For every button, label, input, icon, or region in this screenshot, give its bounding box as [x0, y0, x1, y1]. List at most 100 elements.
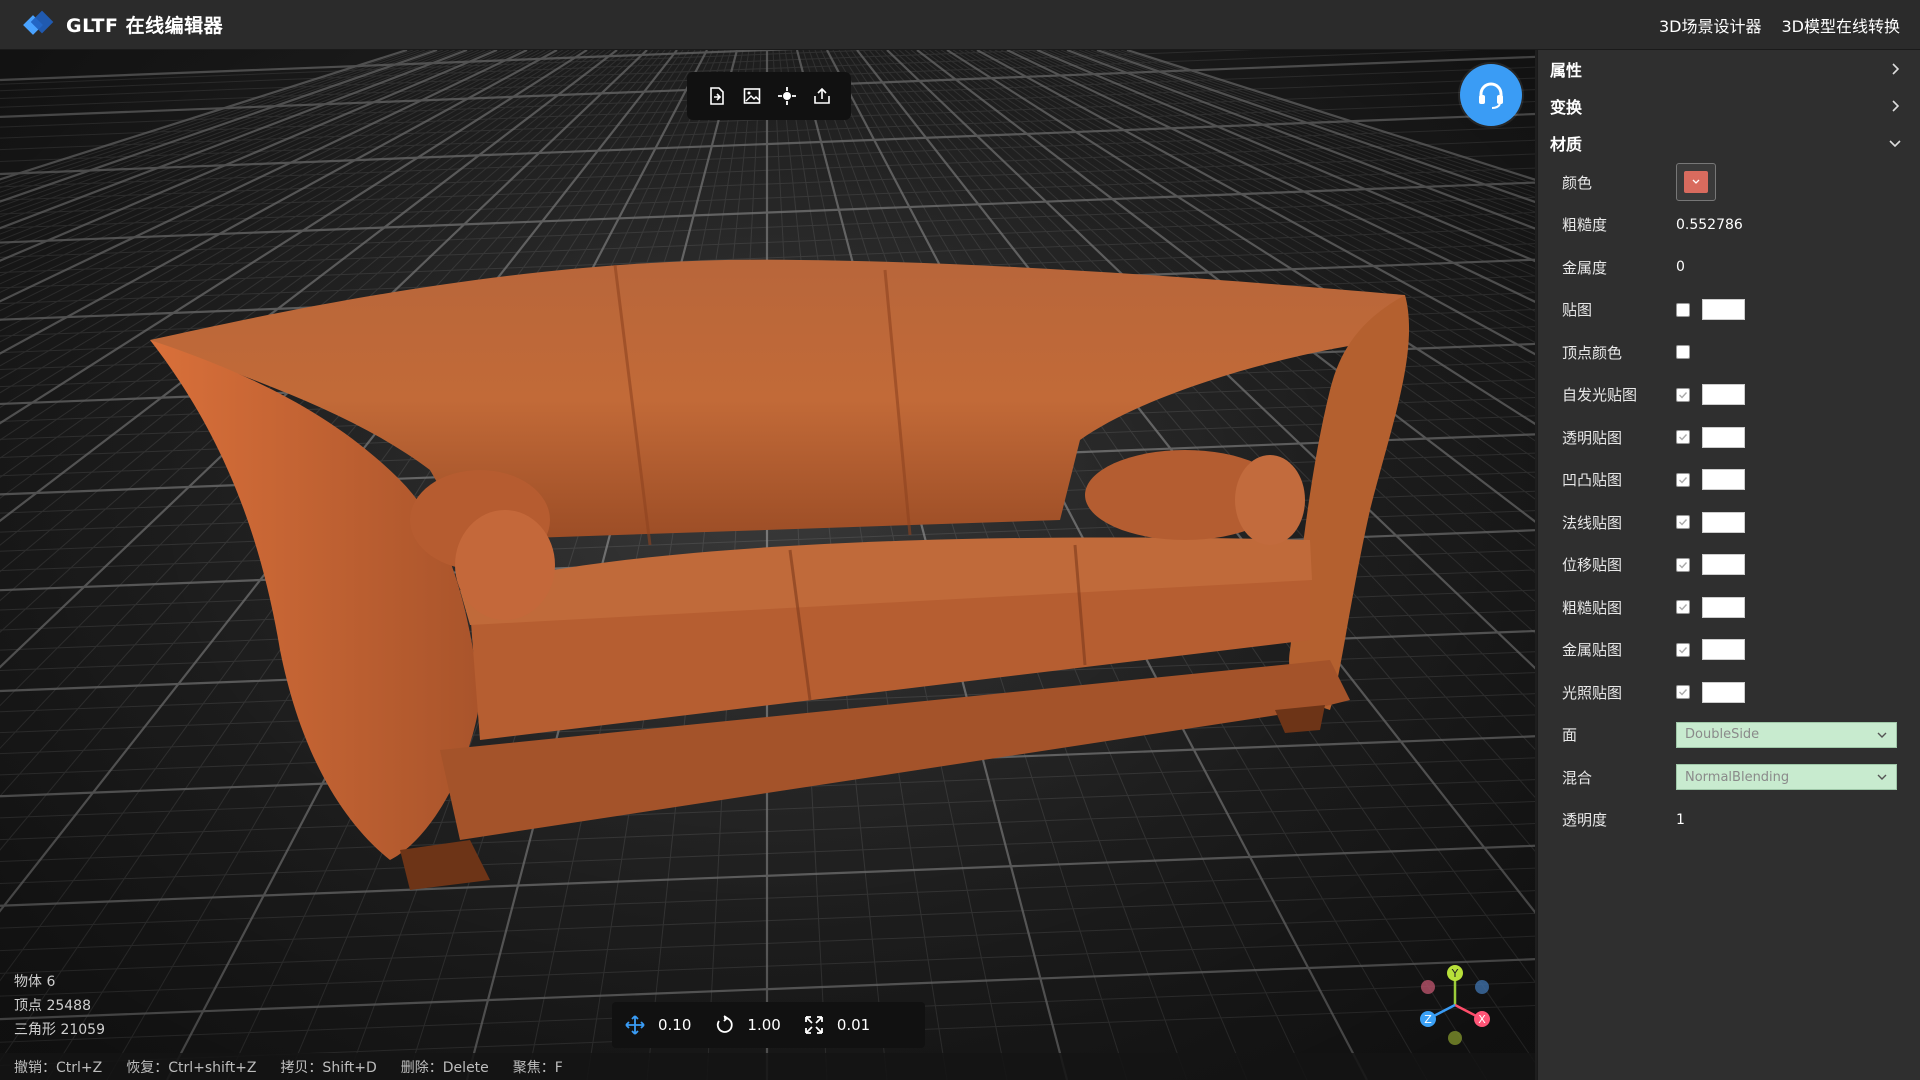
focus-icon[interactable]: [774, 83, 800, 109]
gizmo-x-label: X: [1478, 1013, 1486, 1026]
alpha-map-label: 透明贴图: [1562, 428, 1623, 447]
shortcut-copy: 拷贝：Shift+D: [280, 1059, 377, 1076]
emissive-map-checkbox[interactable]: [1676, 387, 1690, 402]
section-properties-title: 属性: [1550, 60, 1583, 80]
chevron-right-icon: [1892, 62, 1900, 75]
roughness-input[interactable]: 0.552786: [1676, 217, 1743, 233]
scene-stats: 物体 6 顶点 25488 三角形 21059: [14, 970, 105, 1042]
side-row: 面 DoubleSide: [1538, 714, 1920, 757]
color-swatch-fill: [1684, 171, 1708, 194]
headset-icon: [1479, 82, 1503, 109]
scale-icon[interactable]: [803, 1014, 825, 1036]
displacement-map-label: 位移贴图: [1562, 556, 1623, 575]
check-icon: [1679, 646, 1688, 654]
rotate-icon[interactable]: [713, 1014, 735, 1036]
chevron-down-icon: [1877, 774, 1887, 781]
rotate-snap-value[interactable]: 1.00: [747, 1016, 780, 1034]
opacity-input[interactable]: 1: [1676, 812, 1685, 828]
emissive-map-label: 自发光贴图: [1562, 386, 1638, 405]
normal-map-row: 法线贴图: [1538, 501, 1920, 544]
object-count: 物体 6: [14, 974, 56, 990]
opacity-row: 透明度 1: [1538, 799, 1920, 842]
section-properties[interactable]: 属性: [1538, 50, 1920, 87]
move-snap[interactable]: 0.10: [624, 1014, 691, 1036]
normal-map-label: 法线贴图: [1562, 513, 1623, 532]
shortcut-focus: 聚焦：F: [512, 1059, 563, 1076]
scale-snap-value[interactable]: 0.01: [837, 1016, 870, 1034]
top-links: 3D场景设计器 3D模型在线转换: [1659, 0, 1900, 50]
normal-map-checkbox[interactable]: [1676, 515, 1690, 530]
shortcut-delete: 删除：Delete: [400, 1059, 489, 1076]
roughness-map-checkbox[interactable]: [1676, 600, 1690, 615]
3d-viewport[interactable]: 物体 6 顶点 25488 三角形 21059 0.10 1.00 0.01 Y…: [0, 50, 1535, 1080]
vertex-colors-label: 顶点颜色: [1562, 343, 1623, 362]
check-icon: [1679, 604, 1688, 611]
metalness-map-checkbox[interactable]: [1676, 642, 1690, 657]
shortcut-redo: 恢复：Ctrl+shift+Z: [126, 1059, 257, 1076]
model-converter-link[interactable]: 3D模型在线转换: [1781, 13, 1900, 37]
roughness-label: 粗糙度: [1562, 216, 1608, 235]
bump-map-row: 凹凸贴图: [1538, 459, 1920, 502]
scene-designer-link[interactable]: 3D场景设计器: [1659, 13, 1762, 37]
image-export-icon[interactable]: [739, 83, 765, 109]
displacement-map-texture-slot[interactable]: [1702, 554, 1745, 576]
section-material[interactable]: 材质: [1538, 124, 1920, 161]
scale-snap[interactable]: 0.01: [803, 1014, 870, 1036]
opacity-label: 透明度: [1562, 811, 1608, 830]
gizmo-y-label: Y: [1451, 967, 1459, 980]
viewport-toolbar: [687, 72, 851, 120]
check-icon: [1679, 391, 1688, 399]
light-map-checkbox[interactable]: [1676, 685, 1690, 700]
alpha-map-checkbox[interactable]: [1676, 430, 1690, 445]
color-picker[interactable]: [1676, 163, 1716, 202]
move-snap-value[interactable]: 0.10: [658, 1016, 691, 1034]
color-label: 颜色: [1562, 173, 1593, 192]
shortcut-hints: 撤销：Ctrl+Z 恢复：Ctrl+shift+Z 拷贝：Shift+D 删除：…: [0, 1053, 1535, 1080]
light-map-texture-slot[interactable]: [1702, 681, 1745, 703]
bump-map-texture-slot[interactable]: [1702, 469, 1745, 491]
emissive-map-texture-slot[interactable]: [1702, 384, 1745, 406]
logo[interactable]: GLTF 在线编辑器: [22, 10, 223, 40]
app-title: GLTF 在线编辑器: [66, 15, 224, 37]
map-texture-slot[interactable]: [1702, 299, 1745, 321]
section-material-title: 材质: [1550, 134, 1583, 154]
blending-label: 混合: [1562, 768, 1593, 787]
blending-select[interactable]: NormalBlending: [1676, 764, 1897, 791]
displacement-map-row: 位移贴图: [1538, 544, 1920, 587]
map-checkbox[interactable]: [1676, 302, 1690, 317]
map-row: 贴图: [1538, 289, 1920, 332]
bump-map-checkbox[interactable]: [1676, 472, 1690, 487]
displacement-map-checkbox[interactable]: [1676, 557, 1690, 572]
blending-select-value: NormalBlending: [1685, 769, 1790, 785]
section-transform[interactable]: 变换: [1538, 87, 1920, 124]
check-icon: [1679, 689, 1688, 696]
metalness-map-label: 金属贴图: [1562, 641, 1623, 660]
roughness-map-row: 粗糙贴图: [1538, 586, 1920, 629]
rotate-snap[interactable]: 1.00: [713, 1014, 781, 1036]
side-select[interactable]: DoubleSide: [1676, 721, 1897, 748]
import-icon[interactable]: [704, 83, 730, 109]
metalness-input[interactable]: 0: [1676, 259, 1685, 275]
check-icon: [1679, 561, 1688, 569]
share-export-icon[interactable]: [809, 83, 835, 109]
normal-map-texture-slot[interactable]: [1702, 511, 1745, 533]
vertex-count: 顶点 25488: [14, 998, 91, 1014]
axis-gizmo[interactable]: Y X Z: [1410, 955, 1500, 1045]
chevron-down-icon: [1889, 139, 1901, 147]
customer-support-button[interactable]: [1460, 64, 1522, 126]
metalness-map-texture-slot[interactable]: [1702, 639, 1745, 661]
roughness-map-label: 粗糙贴图: [1562, 598, 1623, 617]
move-icon[interactable]: [624, 1014, 646, 1036]
gizmo-z-label: Z: [1424, 1013, 1432, 1026]
side-select-value: DoubleSide: [1685, 727, 1760, 743]
logo-icon: [22, 10, 54, 40]
roughness-map-texture-slot[interactable]: [1702, 596, 1745, 618]
chevron-right-icon: [1892, 99, 1900, 112]
check-icon: [1679, 434, 1688, 441]
check-icon: [1679, 519, 1688, 526]
alpha-map-texture-slot[interactable]: [1702, 426, 1745, 448]
chevron-down-icon: [1692, 179, 1700, 185]
check-icon: [1679, 476, 1688, 484]
vertex-colors-checkbox[interactable]: [1676, 345, 1690, 360]
roughness-row: 粗糙度 0.552786: [1538, 204, 1920, 247]
